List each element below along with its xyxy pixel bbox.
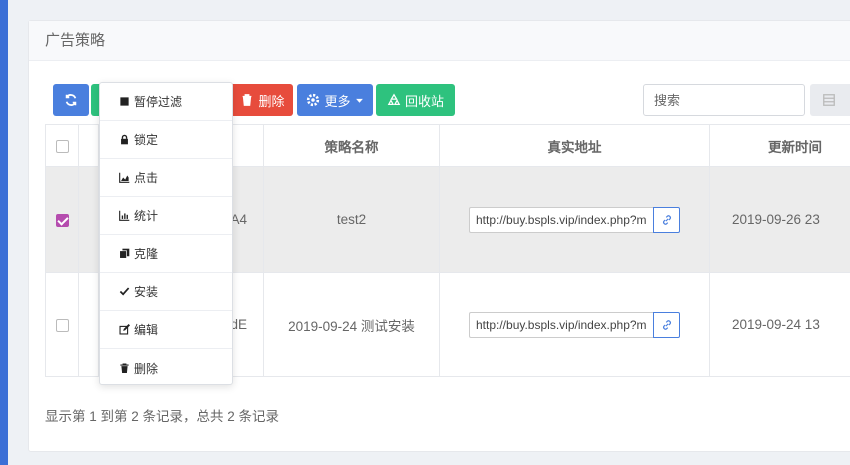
area-chart-icon	[119, 172, 130, 183]
refresh-button[interactable]	[53, 84, 89, 116]
menu-item-pause-filter[interactable]: 暂停过滤	[100, 83, 232, 121]
copy-icon	[119, 248, 130, 259]
menu-item-edit[interactable]: 编辑	[100, 311, 232, 349]
check-icon	[119, 287, 130, 296]
column-header-url[interactable]: 真实地址	[439, 124, 710, 167]
url-field[interactable]	[469, 206, 653, 233]
more-actions-dropdown: 暂停过滤 锁定 点击 统计 克隆 安装 编辑 删除	[99, 82, 233, 385]
recycle-icon	[387, 93, 401, 105]
more-button[interactable]: 更多	[297, 84, 373, 116]
columns-toggle-button[interactable]	[810, 84, 850, 116]
recycle-bin-label: 回收站	[404, 93, 444, 109]
cell-name: 2019-09-24 测试安装	[263, 272, 440, 377]
bar-chart-icon	[119, 210, 130, 221]
table-icon	[823, 94, 835, 106]
column-header-updated[interactable]: 更新时间	[709, 124, 850, 167]
row-checkbox[interactable]	[55, 213, 69, 227]
menu-item-install[interactable]: 安装	[100, 273, 232, 311]
column-header-name[interactable]: 策略名称	[263, 124, 440, 167]
recycle-bin-button[interactable]: 回收站	[376, 84, 455, 116]
open-link-button[interactable]	[653, 206, 680, 233]
stop-icon	[120, 97, 129, 106]
trash-icon	[243, 94, 252, 106]
pagination-summary: 显示第 1 到第 2 条记录，总共 2 条记录	[45, 409, 280, 424]
cell-updated: 2019-09-24 13	[709, 272, 850, 377]
lock-icon	[121, 134, 128, 145]
select-all-cell	[45, 124, 79, 167]
menu-item-lock[interactable]: 锁定	[100, 121, 232, 159]
trash-icon	[120, 362, 129, 373]
cell-name: test2	[263, 166, 440, 273]
edit-icon	[119, 324, 130, 335]
url-field[interactable]	[469, 311, 653, 338]
menu-item-clicks[interactable]: 点击	[100, 159, 232, 197]
column-header-blank	[78, 124, 99, 167]
menu-item-delete[interactable]: 删除	[100, 349, 232, 387]
open-link-button[interactable]	[653, 311, 680, 338]
panel-title: 广告策略	[29, 21, 850, 61]
more-button-label: 更多	[324, 93, 351, 109]
menu-item-stats[interactable]: 统计	[100, 197, 232, 235]
menu-item-clone[interactable]: 克隆	[100, 235, 232, 273]
caret-down-icon	[355, 98, 363, 103]
search-input[interactable]	[643, 84, 805, 116]
cell-updated: 2019-09-26 23	[709, 166, 850, 273]
row-checkbox[interactable]	[55, 318, 69, 332]
delete-button[interactable]: 删除	[232, 84, 293, 116]
select-all-checkbox[interactable]	[55, 139, 69, 153]
link-icon	[662, 319, 671, 330]
refresh-icon	[65, 94, 77, 106]
link-icon	[662, 214, 671, 225]
gear-icon	[307, 93, 320, 107]
delete-button-label: 删除	[258, 93, 285, 109]
